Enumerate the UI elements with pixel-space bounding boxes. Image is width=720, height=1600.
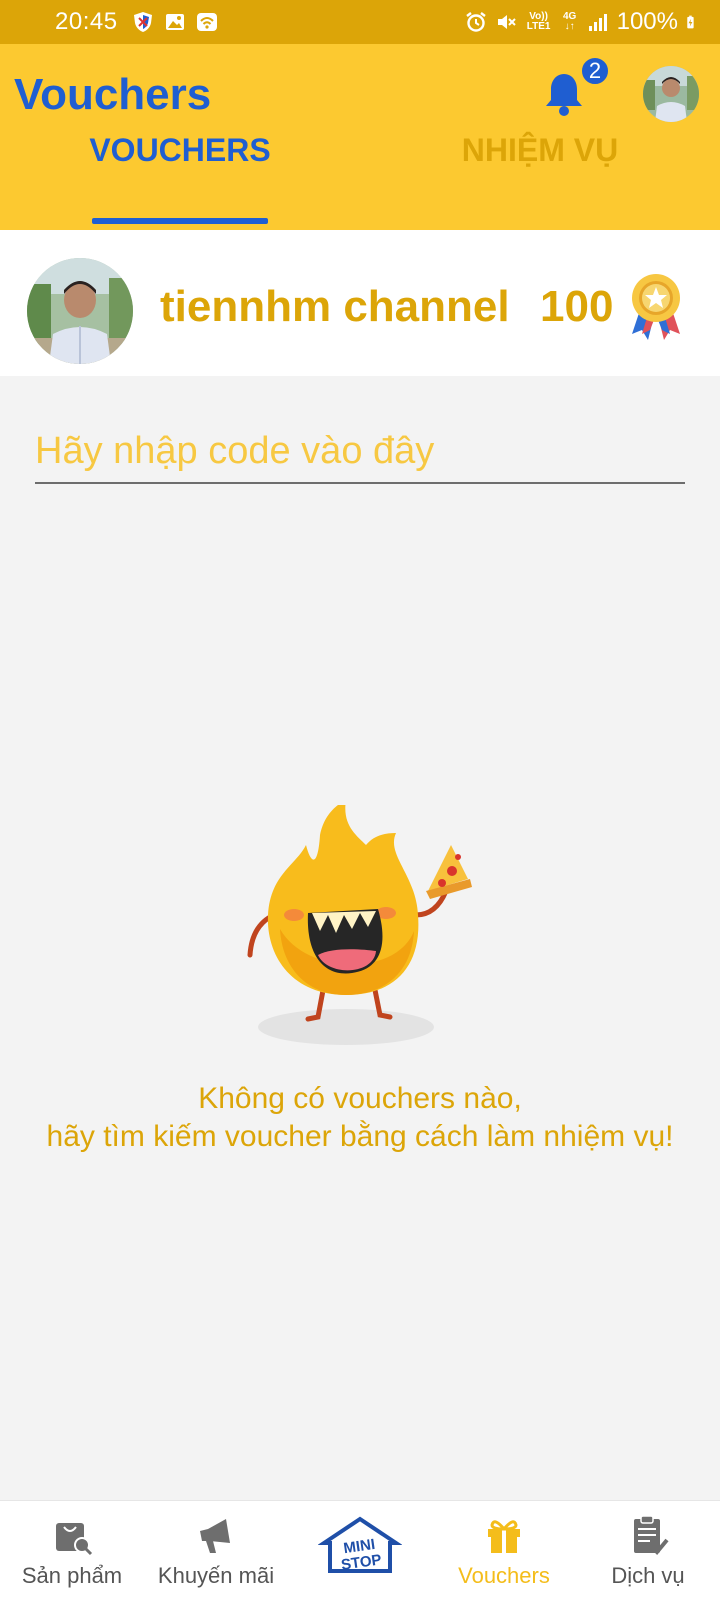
status-time: 20:45 [55,8,118,35]
nav-label-services: Dịch vụ [611,1563,685,1588]
clipboard-check-icon [634,1515,669,1555]
avatar-image [643,66,699,122]
header-avatar[interactable] [643,66,699,122]
status-right: Vo)) LTE1 4G ↓↑ 100% [465,8,700,36]
code-input[interactable] [35,420,685,484]
nav-item-promotions[interactable]: Khuyến mãi [144,1501,288,1600]
status-bar: 20:45 Vo)) LTE1 4G ↓↑ 100% [0,0,720,44]
nav-item-vouchers[interactable]: Vouchers [432,1501,576,1600]
empty-state-message: Không có vouchers nào, hãy tìm kiếm vouc… [40,1080,680,1156]
bottom-nav: Sản phẩm Khuyến mãi MINI STOP Vouchers D… [0,1500,720,1600]
volte-indicator: Vo)) LTE1 [526,11,551,32]
avatar-image [27,258,133,364]
profile-avatar[interactable] [27,258,133,364]
medal-icon [632,274,680,340]
nav-item-products[interactable]: Sản phẩm [0,1501,144,1600]
tab-vouchers[interactable]: VOUCHERS [89,120,270,180]
active-tab-indicator [92,218,268,224]
fire-mascot-icon [247,805,472,1045]
page-title: Vouchers [14,70,212,119]
nav-label-promotions: Khuyến mãi [157,1563,275,1588]
shopping-bag-icon [56,1523,93,1556]
signal-icon [588,14,607,31]
shield-icon [133,12,152,32]
notification-bell-icon[interactable] [542,70,586,118]
profile-card: tiennhm channel 100 [0,230,720,376]
tab-missions[interactable]: NHIỆM VỤ [430,120,650,180]
empty-state-line-1: Không có vouchers nào, [198,1082,522,1115]
notification-badge: 2 [580,56,610,86]
alarm-icon [465,12,486,32]
battery-percent: 100% [616,8,678,35]
image-icon [165,14,184,30]
wifi-hotspot-icon [196,13,217,31]
nav-label-products: Sản phẩm [21,1563,123,1588]
battery-charging-icon [687,15,694,29]
points-value: 100 [540,282,614,331]
megaphone-icon [200,1519,230,1553]
status-left-icons [132,11,218,33]
profile-name: tiennhm channel [160,282,510,331]
gift-icon [488,1520,520,1553]
nav-item-services[interactable]: Dịch vụ [576,1501,720,1600]
network-type-indicator: 4G ↓↑ [562,11,577,32]
empty-state-line-2: hãy tìm kiếm voucher bằng cách làm nhiệm… [46,1120,674,1153]
nav-label-vouchers: Vouchers [458,1563,550,1588]
ministop-home-icon: MINI STOP [318,1516,402,1574]
mute-icon [497,15,516,29]
nav-item-home[interactable]: MINI STOP [288,1501,432,1600]
